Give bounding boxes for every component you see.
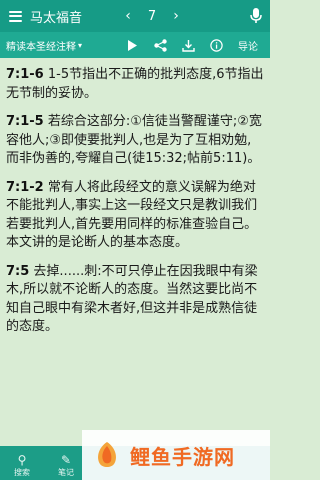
share-icon: [153, 38, 167, 52]
tab-label: 搜索: [14, 468, 30, 477]
verse-reference[interactable]: 7:5: [6, 264, 29, 279]
download-button[interactable]: [174, 32, 202, 58]
note-icon: ✎: [60, 453, 72, 467]
version-label: 精读本圣经注释: [6, 41, 76, 53]
commentary-paragraph: 7:1-2 常有人将此段经文的意义误解为绝对不能批判人,事实上这一段经文只是教训…: [6, 179, 264, 253]
verse-reference[interactable]: 7:1-6: [6, 67, 44, 82]
chapter-navigator: ‹ 7 ›: [118, 8, 186, 24]
commentary-paragraph: 7:1-5 若综合这部分:①信徒当警醒谨守;②宽容他人;③即使要批判人,也是为了…: [6, 113, 264, 169]
play-icon: [128, 39, 137, 51]
introduction-button[interactable]: 导论: [230, 38, 266, 53]
commentary-content: 7:1-6 1-5节指出不正确的批判态度,6节指出无节制的妥协。 7:1-5 若…: [0, 58, 270, 347]
info-button[interactable]: [202, 32, 230, 58]
commentary-text: 若综合这部分:①信徒当警醒谨守;②宽容他人;③即使要批判人,也是为了互相劝勉,而…: [6, 114, 262, 166]
next-chapter-button[interactable]: ›: [166, 8, 186, 24]
fish-logo-icon: [98, 442, 116, 467]
verse-reference[interactable]: 7:1-2: [6, 180, 44, 195]
watermark-overlay: 鲤鱼手游网: [82, 430, 270, 480]
prev-chapter-button[interactable]: ‹: [118, 8, 138, 24]
commentary-toolbar: 精读本圣经注释 ▾ 导论: [0, 32, 270, 58]
microphone-icon: [250, 8, 262, 23]
commentary-text: 去掉......刺:不可只停止在因我眼中有梁木,所以就不论断人的态度。当然这要比…: [6, 263, 258, 335]
chapter-number[interactable]: 7: [138, 9, 166, 24]
tab-label: 笔记: [58, 468, 74, 477]
info-icon: [209, 38, 223, 52]
commentary-text: 常有人将此段经文的意义误解为绝对不能批判人,事实上这一段经文只是教训我们若要批判…: [6, 179, 258, 251]
voice-button[interactable]: [242, 0, 270, 32]
tab-search[interactable]: ⚲ 搜索: [0, 453, 44, 480]
top-app-bar: 马太福音 ‹ 7 ›: [0, 0, 270, 32]
play-button[interactable]: [118, 32, 146, 58]
book-title[interactable]: 马太福音: [30, 7, 118, 26]
commentary-paragraph: 7:5 去掉......刺:不可只停止在因我眼中有梁木,所以就不论断人的态度。当…: [6, 263, 264, 337]
menu-button[interactable]: [0, 0, 30, 32]
verse-reference[interactable]: 7:1-5: [6, 114, 44, 129]
commentary-text: 1-5节指出不正确的批判态度,6节指出无节制的妥协。: [6, 67, 264, 101]
hamburger-icon: [8, 10, 22, 22]
search-icon: ⚲: [17, 453, 27, 467]
version-selector[interactable]: 精读本圣经注释 ▾: [0, 38, 118, 53]
share-button[interactable]: [146, 32, 174, 58]
watermark-text: 鲤鱼手游网: [130, 444, 235, 469]
commentary-paragraph: 7:1-6 1-5节指出不正确的批判态度,6节指出无节制的妥协。: [6, 66, 264, 103]
download-icon: [181, 39, 195, 52]
chevron-down-icon: ▾: [78, 40, 83, 50]
